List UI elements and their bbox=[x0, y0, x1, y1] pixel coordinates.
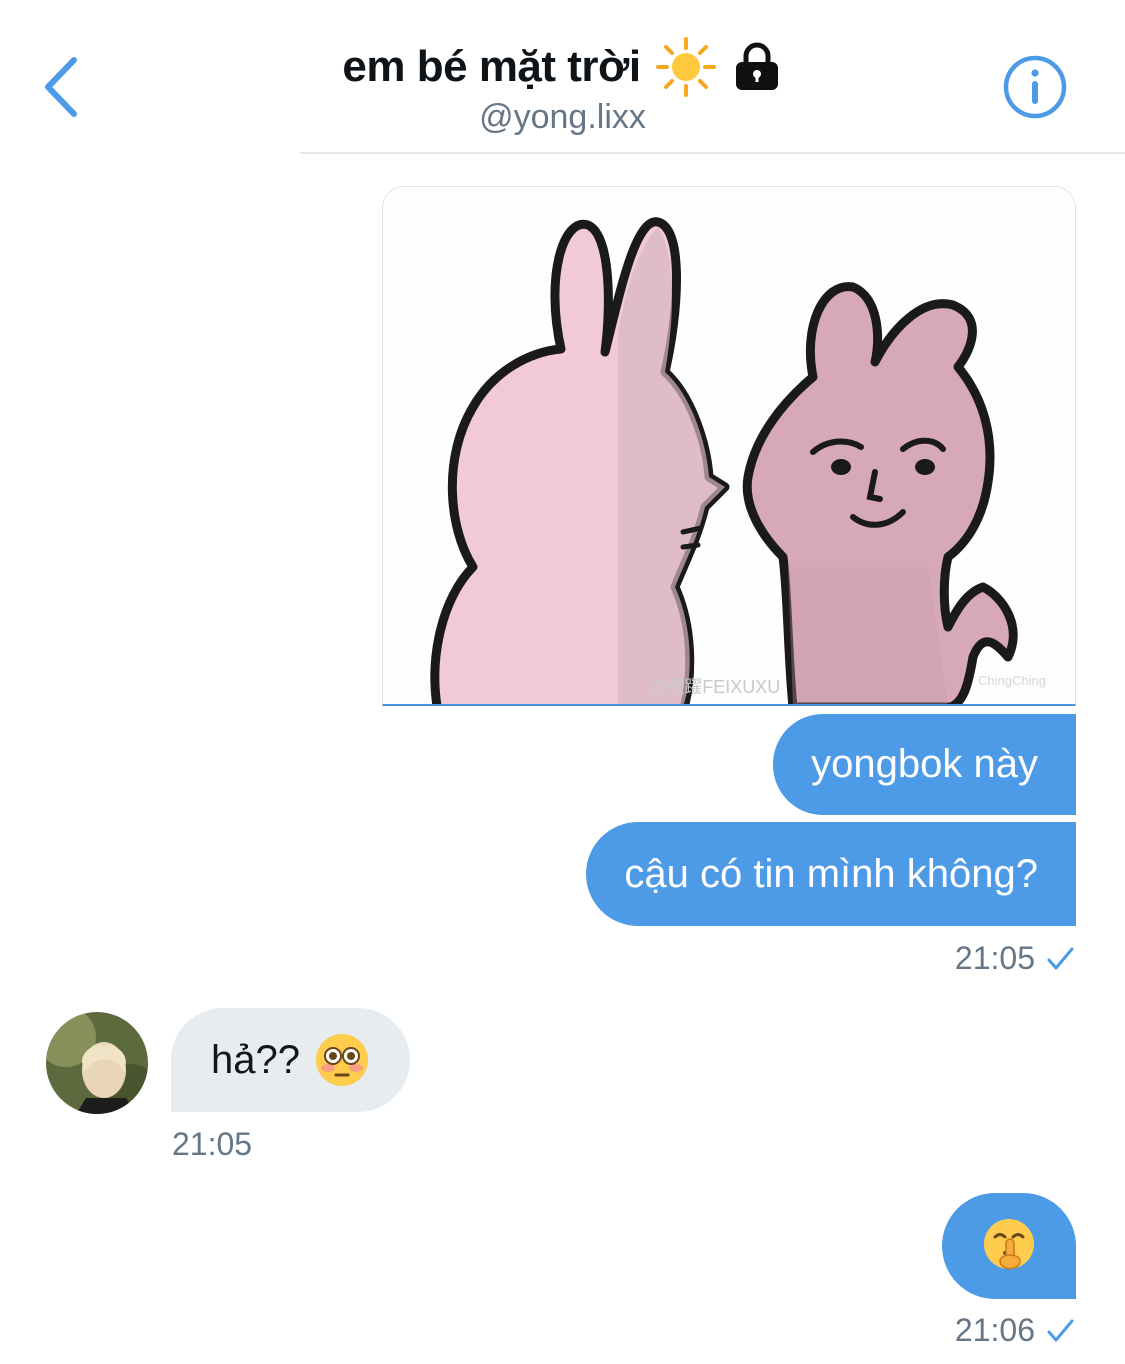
conversation-header: em bé mặt trời @yong.lixx bbox=[0, 0, 1125, 152]
sent-message-bubble[interactable] bbox=[942, 1193, 1076, 1299]
image-watermark-left: @飛躍FEIXUXU bbox=[648, 677, 780, 697]
message-text: hả?? bbox=[211, 1037, 300, 1082]
header-divider bbox=[300, 152, 1125, 154]
info-icon[interactable] bbox=[1002, 54, 1068, 120]
timestamp-text: 21:05 bbox=[172, 1126, 253, 1162]
sun-icon bbox=[655, 37, 716, 97]
received-message-bubble[interactable]: hả?? bbox=[171, 1008, 410, 1112]
message-text: yongbok này bbox=[811, 742, 1038, 786]
sent-image-message[interactable]: @飛躍FEIXUXU ChingChing bbox=[382, 186, 1076, 706]
title-area[interactable]: em bé mặt trời bbox=[0, 36, 1125, 98]
message-timestamp: 21:05 bbox=[955, 940, 1075, 977]
message-text: cậu có tin mình không? bbox=[624, 851, 1038, 896]
checkmark-icon bbox=[1047, 1319, 1074, 1341]
avatar[interactable] bbox=[46, 1012, 148, 1114]
image-watermark-right: ChingChing bbox=[978, 673, 1046, 688]
timestamp-text: 21:05 bbox=[954, 940, 1035, 976]
message-timestamp: 21:05 bbox=[172, 1126, 252, 1163]
checkmark-icon bbox=[1047, 947, 1074, 969]
sent-message-bubble[interactable]: cậu có tin mình không? bbox=[586, 822, 1076, 926]
conversation-handle: @yong.lixx bbox=[479, 98, 646, 136]
bunny-meme-image: @飛躍FEIXUXU ChingChing bbox=[383, 187, 1075, 704]
timestamp-text: 21:06 bbox=[954, 1312, 1035, 1348]
flushed-face-emoji-icon bbox=[315, 1034, 368, 1086]
sent-message-bubble[interactable]: yongbok này bbox=[773, 714, 1076, 815]
lock-icon bbox=[735, 42, 778, 90]
conversation-title: em bé mặt trời bbox=[342, 42, 641, 91]
avatar-image bbox=[46, 1012, 148, 1114]
message-timestamp: 21:06 bbox=[955, 1312, 1075, 1349]
shushing-face-emoji-icon bbox=[984, 1219, 1034, 1270]
